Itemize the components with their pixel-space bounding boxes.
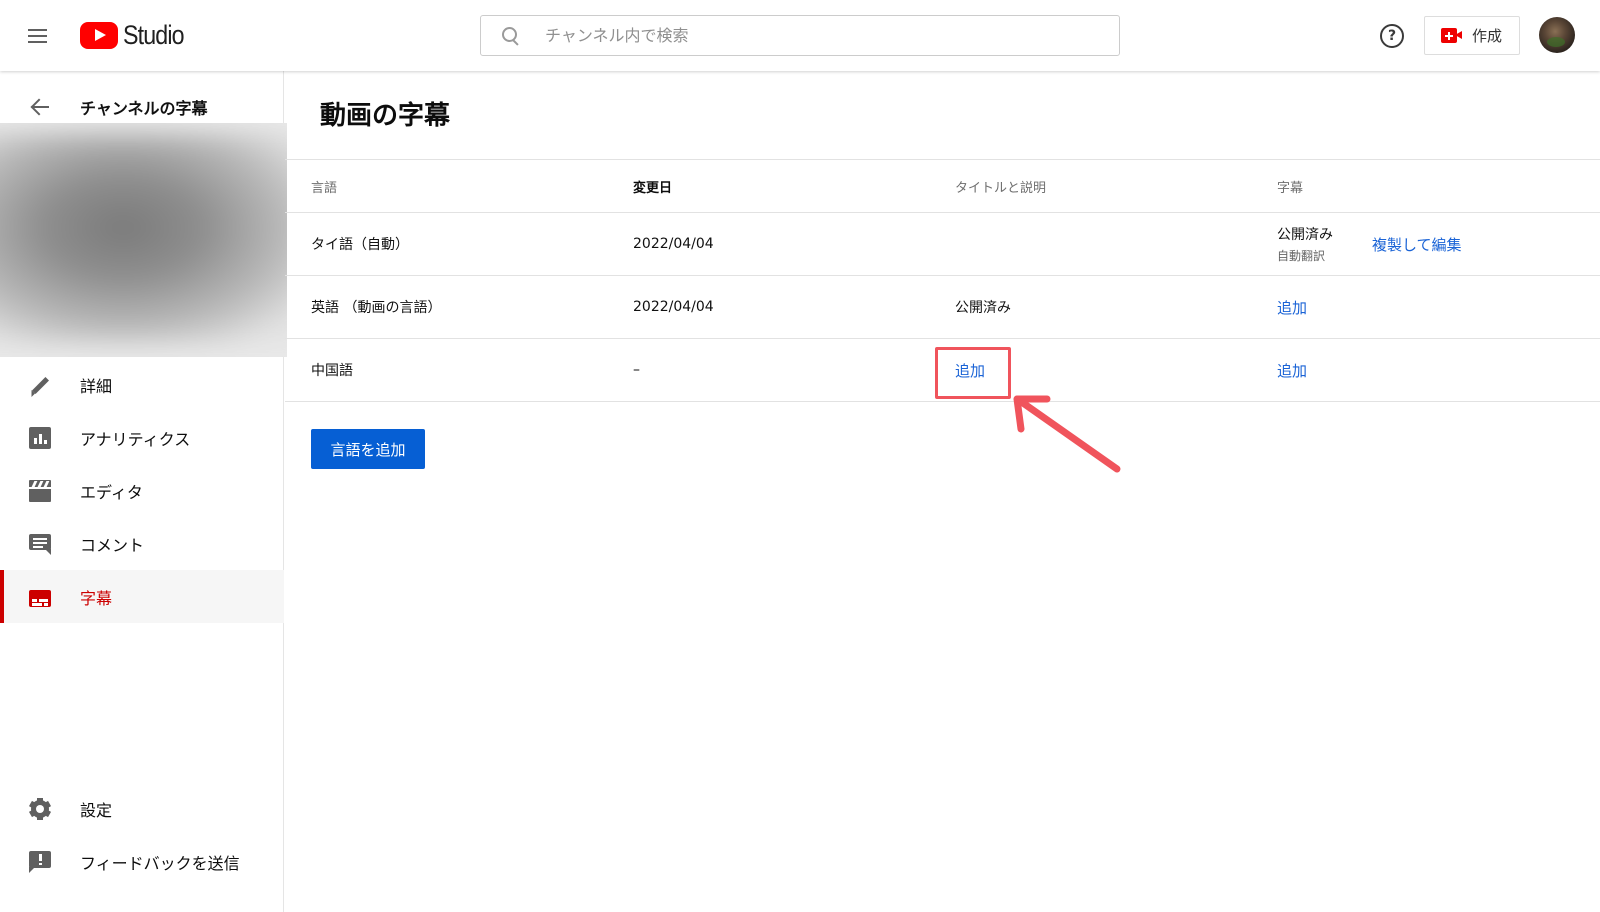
sidebar-item-label: エディタ [80,482,143,502]
search-input[interactable] [545,26,1105,45]
language-cell: 英語 （動画の言語） [311,300,442,316]
sidebar-item-comments[interactable]: コメント [0,517,284,570]
back-label: チャンネルの字幕 [80,99,208,118]
table-row: 中国語 – 追加 追加 [285,339,1600,402]
logo-text: Studio [123,19,185,50]
youtube-studio-logo[interactable]: Studio [80,20,194,50]
account-avatar[interactable] [1539,17,1575,53]
table-row: タイ語（自動） 2022/04/04 公開済み 自動翻訳 複製して編集 [285,213,1600,276]
sidebar-bottom-list: 設定 フィードバックを送信 [0,782,284,888]
column-header-language[interactable]: 言語 [311,160,337,212]
comment-icon [29,533,51,555]
create-button[interactable]: 作成 [1424,16,1520,55]
sidebar-item-details[interactable]: 詳細 [0,358,284,411]
sidebar-item-subtitles[interactable]: 字幕 [0,570,284,623]
column-header-title-description: タイトルと説明 [955,180,1047,196]
language-cell: 中国語 [311,363,353,379]
table-row: 英語 （動画の言語） 2022/04/04 公開済み 追加 [285,276,1600,339]
video-camera-add-icon [1441,28,1463,43]
column-header-subtitles: 字幕 [1277,180,1304,196]
main-content: 動画の字幕 言語 変更日 タイトルと説明 字幕 タイ語（自動） 2022/04/… [285,71,1600,912]
search-icon [501,26,521,46]
sidebar-item-feedback[interactable]: フィードバックを送信 [0,835,284,888]
sidebar-item-label: 詳細 [80,376,113,396]
sidebar-item-settings[interactable]: 設定 [0,782,284,835]
feedback-icon [29,850,51,873]
subtitle-status-cell: 公開済み 自動翻訳 [1277,213,1333,275]
annotation-arrow-icon [1013,395,1121,473]
subtitle-status: 公開済み [1277,227,1333,243]
modified-date-cell: 2022/04/04 [633,299,714,315]
sidebar: チャンネルの字幕 詳細 アナリティクス エディタ コメント 字幕 設定 フィード… [0,71,287,912]
sidebar-item-label: 字幕 [80,588,113,608]
subtitle-substatus: 自動翻訳 [1277,249,1326,263]
analytics-icon [29,426,51,449]
modified-date-cell: – [633,362,640,378]
sidebar-item-analytics[interactable]: アナリティクス [0,411,284,464]
gear-icon [28,797,52,820]
add-language-button[interactable]: 言語を追加 [311,429,425,469]
video-nav-list: 詳細 アナリティクス エディタ コメント 字幕 [0,358,284,623]
sidebar-item-editor[interactable]: エディタ [0,464,284,517]
column-header-modified[interactable]: 変更日 [633,160,672,212]
table-header: 言語 変更日 タイトルと説明 字幕 [285,159,1600,213]
page-title: 動画の字幕 [320,101,451,131]
sidebar-item-label: アナリティクス [80,429,191,449]
youtube-play-icon [80,21,118,49]
hamburger-menu-icon[interactable] [24,24,50,48]
language-cell: タイ語（自動） [311,237,409,253]
modified-date-cell: 2022/04/04 [633,236,714,252]
clapperboard-icon [29,479,51,502]
sidebar-item-label: コメント [80,535,145,555]
subtitles-icon [29,590,51,607]
title-description-cell: 公開済み [955,300,1011,316]
help-icon[interactable]: ? [1380,24,1404,48]
search-bar[interactable] [480,15,1120,56]
pencil-icon [27,374,51,397]
video-thumbnail[interactable] [0,123,287,357]
duplicate-and-edit-link[interactable]: 複製して編集 [1372,234,1462,255]
sidebar-item-label: 設定 [80,800,113,820]
add-subtitle-link[interactable]: 追加 [1277,297,1307,318]
sidebar-item-label: フィードバックを送信 [80,853,240,873]
create-label: 作成 [1472,27,1503,45]
add-title-description-link[interactable]: 追加 [955,360,985,381]
add-subtitle-link[interactable]: 追加 [1277,360,1307,381]
top-app-bar: Studio ? 作成 [0,0,1600,71]
subtitles-table: 言語 変更日 タイトルと説明 字幕 タイ語（自動） 2022/04/04 公開済… [285,159,1600,402]
back-arrow-icon[interactable] [30,97,50,117]
back-to-channel-subtitles[interactable]: チャンネルの字幕 [0,88,284,126]
